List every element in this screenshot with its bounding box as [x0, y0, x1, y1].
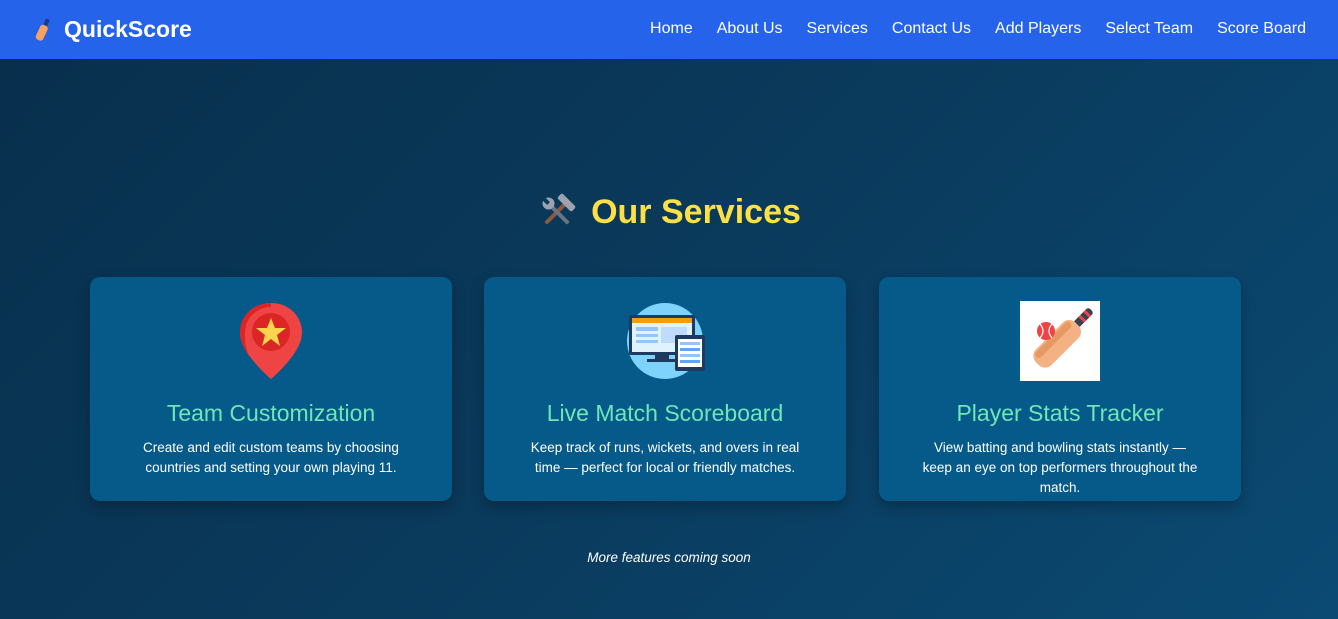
service-card-live-match-scoreboard: Live Match Scoreboard Keep track of runs…: [484, 277, 846, 501]
card-title: Live Match Scoreboard: [546, 400, 784, 426]
brand[interactable]: QuickScore: [32, 0, 192, 59]
card-title: Player Stats Tracker: [956, 400, 1164, 426]
cricket-bat-icon: [35, 18, 50, 41]
nav-link-services[interactable]: Services: [807, 20, 868, 38]
card-description: Create and edit custom teams by choosing…: [143, 440, 399, 475]
nav-link-select-team[interactable]: Select Team: [1105, 20, 1193, 38]
nav-link-score-board[interactable]: Score Board: [1217, 20, 1306, 38]
nav-links: Home About Us Services Contact Us Add Pl…: [650, 0, 1306, 57]
tools-icon: [542, 193, 576, 225]
services-heading: Our Services: [0, 186, 1338, 238]
navbar: QuickScore Home About Us Services Contac…: [0, 0, 1338, 59]
card-title: Team Customization: [166, 400, 376, 426]
brand-name: QuickScore: [64, 16, 192, 42]
nav-link-contact-us[interactable]: Contact Us: [892, 20, 971, 38]
cricket-bat-ball-icon: [1020, 301, 1100, 381]
service-card-team-customization: Team Customization Create and edit custo…: [90, 277, 452, 501]
nav-link-add-players[interactable]: Add Players: [995, 20, 1081, 38]
card-description: Keep track of runs, wickets, and overs i…: [530, 440, 800, 475]
nav-link-about-us[interactable]: About Us: [717, 20, 783, 38]
map-pin-star-icon: [240, 303, 302, 379]
live-scoreboard-monitor-icon: [627, 303, 705, 379]
card-description: View batting and bowling stats instantly…: [922, 440, 1198, 495]
service-card-player-stats-tracker: Player Stats Tracker View batting and bo…: [879, 277, 1241, 501]
coming-soon-note: More features coming soon: [587, 550, 751, 565]
page-title: Our Services: [591, 192, 801, 231]
nav-link-home[interactable]: Home: [650, 20, 693, 38]
